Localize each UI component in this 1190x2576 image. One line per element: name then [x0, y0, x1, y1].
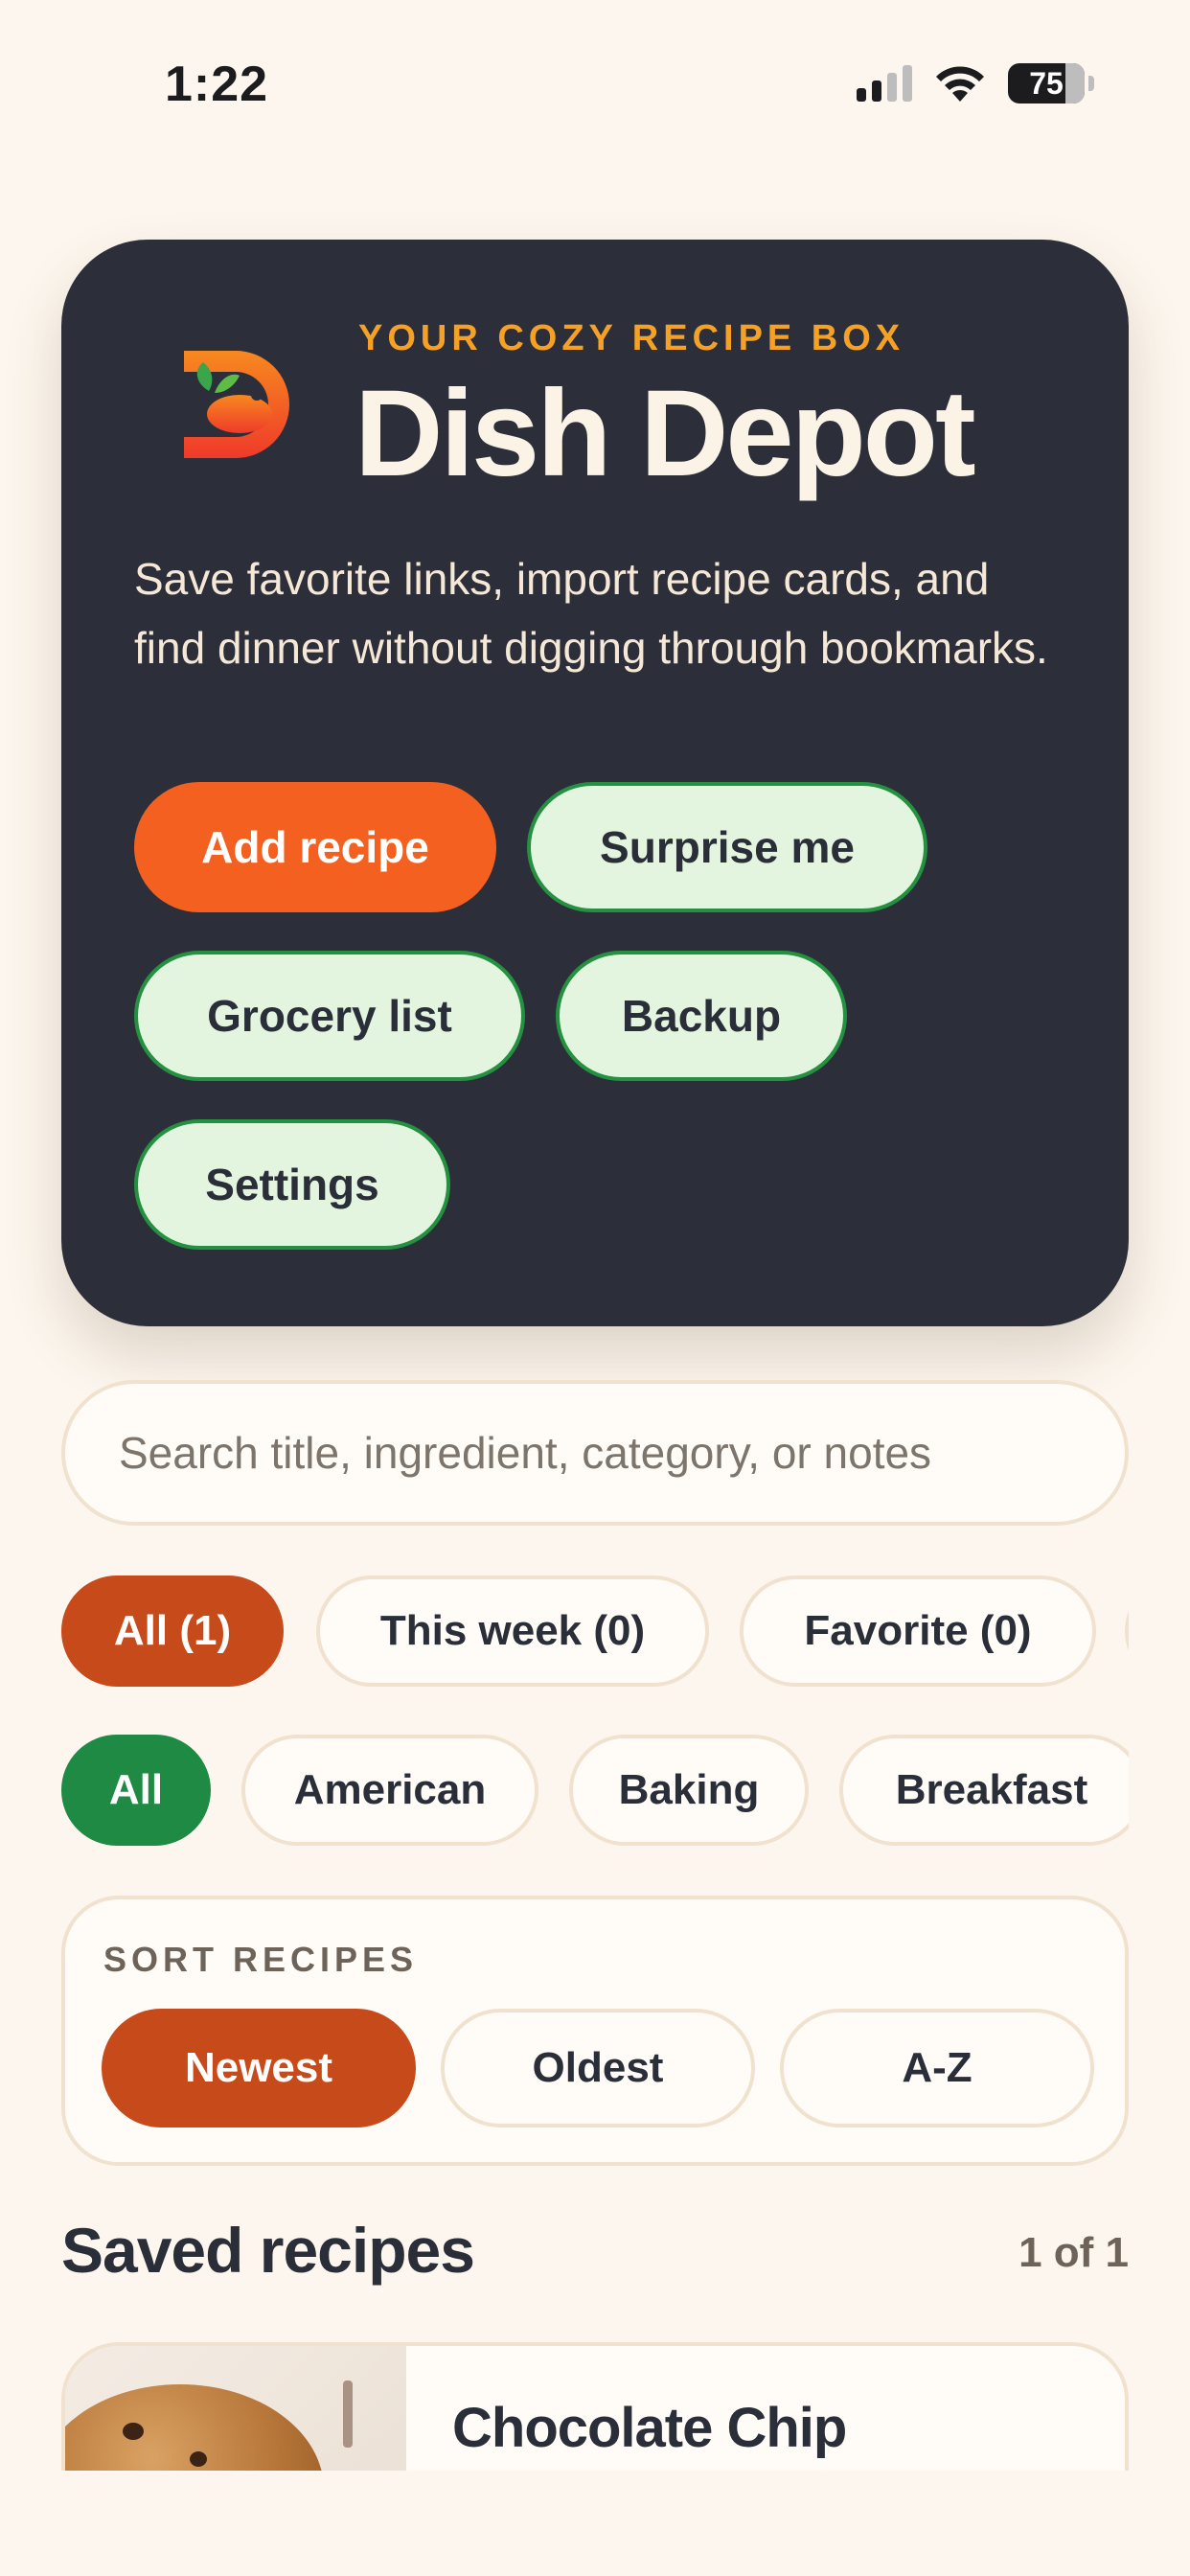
category-chip-breakfast[interactable]: Breakfast [839, 1735, 1129, 1846]
filter-chip-overflow[interactable] [1125, 1576, 1129, 1687]
category-chip-all[interactable]: All [61, 1735, 211, 1846]
app-logo-icon [184, 351, 289, 458]
grocery-list-button[interactable]: Grocery list [134, 951, 525, 1081]
recipe-list: Chocolate Chip [0, 2338, 1190, 2471]
backup-button[interactable]: Backup [556, 951, 847, 1081]
hero-eyebrow: YOUR COZY RECIPE BOX [358, 318, 905, 358]
surprise-me-button[interactable]: Surprise me [527, 782, 927, 912]
status-time: 1:22 [165, 57, 269, 112]
sort-card: SORT RECIPES Newest Oldest A-Z [61, 1896, 1129, 2166]
sort-oldest-button[interactable]: Oldest [441, 2009, 755, 2128]
category-chip-american[interactable]: American [241, 1735, 538, 1846]
search-box [61, 1380, 1129, 1526]
recipe-title: Chocolate Chip [452, 2397, 847, 2459]
add-recipe-button[interactable]: Add recipe [134, 782, 496, 912]
cookie-image [65, 2384, 324, 2471]
search-input[interactable] [117, 1426, 1125, 1480]
settings-button[interactable]: Settings [134, 1119, 450, 1250]
status-indicators: 75 [857, 63, 1094, 104]
saved-recipes-count: 1 of 1 [1018, 2229, 1129, 2276]
battery-level: 75 [1029, 65, 1064, 101]
time-filter-row[interactable]: All (1) This week (0) Favorite (0) [61, 1576, 1129, 1687]
filter-chip-this-week[interactable]: This week (0) [316, 1576, 709, 1687]
category-filter-row[interactable]: All American Baking Breakfast [61, 1735, 1129, 1846]
hero-subtitle: Save favorite links, import recipe cards… [134, 554, 1048, 673]
saved-recipes-heading: Saved recipes [61, 2215, 475, 2286]
filter-chip-favorite[interactable]: Favorite (0) [740, 1576, 1096, 1687]
status-bar: 1:22 75 [0, 0, 1190, 172]
battery-icon: 75 [1008, 63, 1085, 104]
bottom-area [0, 2471, 1190, 2576]
hero-card: YOUR COZY RECIPE BOX Dish Depot Save fav… [61, 240, 1129, 1326]
recipe-card[interactable]: Chocolate Chip [61, 2342, 1129, 2471]
recipe-thumbnail [65, 2346, 406, 2471]
app-title: Dish Depot [355, 365, 976, 502]
sort-label: SORT RECIPES [103, 1940, 419, 1979]
battery-tip [1088, 76, 1094, 91]
cellular-signal-icon [857, 65, 912, 102]
category-chip-baking[interactable]: Baking [569, 1735, 809, 1846]
filter-chip-all[interactable]: All (1) [61, 1576, 284, 1687]
sort-az-button[interactable]: A-Z [780, 2009, 1094, 2128]
wifi-icon [936, 66, 984, 102]
sort-newest-button[interactable]: Newest [102, 2009, 416, 2128]
